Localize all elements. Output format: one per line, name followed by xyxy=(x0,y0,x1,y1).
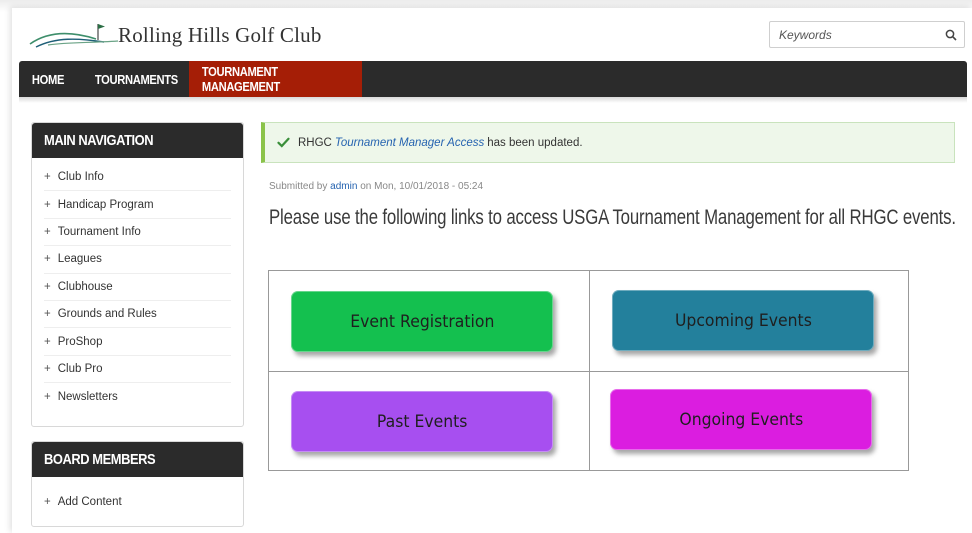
search-input[interactable] xyxy=(770,22,938,47)
sidebar-item-club-pro[interactable]: + Club Pro xyxy=(44,356,231,384)
main-navigation-list: + Club Info + Handicap Program + Tournament… xyxy=(32,158,243,411)
plus-icon: + xyxy=(44,225,51,238)
board-members-list: + Add Content xyxy=(32,477,243,515)
block-title: MAIN NAVIGATION xyxy=(44,132,154,149)
button-label: Ongoing Events xyxy=(679,409,803,430)
sidebar-item-label: Clubhouse xyxy=(57,280,113,293)
block-title-bar: BOARD MEMBERS xyxy=(32,442,243,477)
block-title-bar: MAIN NAVIGATION xyxy=(32,123,243,158)
block-title: BOARD MEMBERS xyxy=(44,451,156,468)
submitted-info: Submitted by admin on Mon, 10/01/2018 - … xyxy=(269,181,483,192)
sidebar-item-label: Club Info xyxy=(57,171,104,184)
nav-label: HOME xyxy=(31,71,65,87)
status-prefix: RHGC xyxy=(298,136,332,149)
page-headline: Please use the following links to access… xyxy=(269,206,956,229)
plus-icon: + xyxy=(44,335,51,348)
search-button[interactable] xyxy=(938,22,964,47)
golf-flag-logo-icon xyxy=(29,24,119,48)
sidebar-item-label: Tournament Info xyxy=(57,225,141,238)
nav-item-home[interactable]: HOME xyxy=(19,61,82,97)
plus-icon: + xyxy=(44,308,51,321)
sidebar-item-proshop[interactable]: + ProShop xyxy=(44,328,231,356)
sidebar-item-label: Newsletters xyxy=(57,390,118,403)
page: Rolling Hills Golf Club HOME TOURNAMENTS… xyxy=(0,0,972,533)
upcoming-events-button[interactable]: Upcoming Events xyxy=(612,290,874,351)
sidebar-item-grounds-and-rules[interactable]: + Grounds and Rules xyxy=(44,301,231,329)
button-label: Event Registration xyxy=(349,311,495,332)
button-label: Upcoming Events xyxy=(674,310,812,331)
board-members-block: BOARD MEMBERS + Add Content xyxy=(31,441,244,527)
nav-label: TOURNAMENTS xyxy=(94,71,178,87)
plus-icon: + xyxy=(44,198,51,211)
plus-icon: + xyxy=(44,280,51,293)
sidebar-item-tournament-info[interactable]: + Tournament Info xyxy=(44,219,231,247)
nav-item-tournaments[interactable]: TOURNAMENTS xyxy=(82,61,189,97)
submitted-date: on Mon, 10/01/2018 - 05:24 xyxy=(360,181,484,192)
menu-shadow xyxy=(19,97,967,103)
main-navigation-block: MAIN NAVIGATION + Club Info + Handicap Pro… xyxy=(31,122,244,427)
sidebar-item-handicap-program[interactable]: + Handicap Program xyxy=(44,191,231,219)
submitted-prefix: Submitted by xyxy=(269,181,328,192)
plus-icon: + xyxy=(44,253,51,266)
sidebar-item-label: Handicap Program xyxy=(57,198,154,211)
sidebar-item-club-info[interactable]: + Club Info xyxy=(44,164,231,192)
past-events-button[interactable]: Past Events xyxy=(291,391,553,452)
plus-icon: + xyxy=(44,495,51,508)
status-message: RHGC Tournament Manager Access has been … xyxy=(261,122,955,163)
sidebar-item-label: Leagues xyxy=(57,253,102,266)
plus-icon: + xyxy=(44,390,51,403)
status-suffix: has been updated. xyxy=(487,136,583,149)
plus-icon: + xyxy=(44,362,51,375)
ongoing-events-button[interactable]: Ongoing Events xyxy=(610,389,872,450)
table-divider-horizontal xyxy=(269,371,908,372)
check-icon xyxy=(277,137,290,148)
status-link[interactable]: Tournament Manager Access xyxy=(335,137,484,149)
author-link[interactable]: admin xyxy=(330,181,357,192)
nav-item-tournament-management[interactable]: TOURNAMENT MANAGEMENT xyxy=(189,61,362,97)
main-menu: HOME TOURNAMENTS TOURNAMENT MANAGEMENT xyxy=(19,61,967,97)
sidebar-item-label: Grounds and Rules xyxy=(57,308,157,321)
nav-label: TOURNAMENT MANAGEMENT xyxy=(201,64,280,94)
sidebar-item-clubhouse[interactable]: + Clubhouse xyxy=(44,274,231,301)
sidebar-item-add-content[interactable]: + Add Content xyxy=(44,488,231,515)
search-icon xyxy=(945,29,957,41)
event-registration-button[interactable]: Event Registration xyxy=(291,291,553,352)
search-box xyxy=(769,21,965,48)
sidebar-item-leagues[interactable]: + Leagues xyxy=(44,246,231,274)
sidebar-item-newsletters[interactable]: + Newsletters xyxy=(44,383,231,410)
sidebar-item-label: Add Content xyxy=(57,495,122,508)
plus-icon: + xyxy=(44,171,51,184)
site-logo[interactable]: Rolling Hills Golf Club xyxy=(28,18,348,52)
button-label: Past Events xyxy=(376,411,468,432)
site-name: Rolling Hills Golf Club xyxy=(118,22,322,47)
sidebar-item-label: ProShop xyxy=(57,335,103,348)
sidebar-item-label: Club Pro xyxy=(57,362,103,375)
